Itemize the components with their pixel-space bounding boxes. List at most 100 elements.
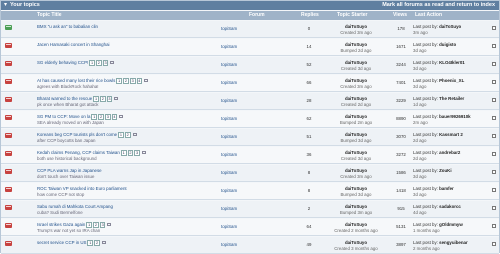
topic-title-link[interactable]: Bharat warned to the rescue: [37, 96, 92, 101]
page-list-icon[interactable]: [110, 61, 115, 65]
page-list-icon[interactable]: [107, 223, 112, 227]
row-select-checkbox[interactable]: [492, 98, 496, 102]
last-poster-name[interactable]: Phoenix_XL: [439, 78, 464, 83]
forum-link[interactable]: topiSam: [221, 26, 237, 32]
page-link[interactable]: 1: [120, 150, 127, 156]
topic-row: AI has caused many lost their rice bowls…: [1, 75, 499, 92]
reply-count: 2: [307, 206, 311, 211]
last-poster-name[interactable]: sengyuibenar: [439, 240, 468, 245]
row-select-checkbox[interactable]: [492, 170, 496, 174]
column-last-action[interactable]: Last Action: [415, 11, 442, 20]
page-link[interactable]: 1: [116, 78, 123, 84]
page-link[interactable]: 2: [124, 132, 131, 138]
row-select-checkbox[interactable]: [492, 80, 496, 84]
last-poster-name[interactable]: bamfer: [439, 186, 454, 191]
page-list-icon[interactable]: [101, 241, 106, 245]
page-link[interactable]: 4: [136, 78, 143, 84]
last-poster-name[interactable]: The Retailer: [439, 96, 464, 101]
topic-title-link[interactable]: ROC Taiwan VP snacked into Euro parliame…: [37, 186, 127, 191]
row-select-checkbox[interactable]: [492, 224, 496, 228]
column-topic-starter[interactable]: Topic Starter: [337, 11, 367, 20]
reply-count: 8: [307, 170, 311, 175]
forum-link[interactable]: topiSam: [221, 152, 237, 158]
row-select-checkbox[interactable]: [492, 188, 496, 192]
forum-link[interactable]: topiSam: [221, 206, 237, 212]
page-link[interactable]: 3: [102, 60, 109, 66]
last-poster-name[interactable]: gOldmmyw: [439, 222, 463, 227]
page-link[interactable]: 1: [118, 132, 124, 138]
forum-link[interactable]: topiSam: [221, 80, 237, 86]
page-link[interactable]: 2: [123, 78, 129, 84]
page-list-icon[interactable]: [132, 133, 137, 137]
last-poster-name[interactable]: ZouKi: [439, 168, 451, 173]
forum-link[interactable]: topiSam: [221, 188, 237, 194]
row-select-checkbox[interactable]: [492, 62, 496, 66]
topic-title-link[interactable]: secret service CCP in US: [37, 240, 86, 245]
topic-status-icon: [5, 79, 12, 84]
page-list-icon[interactable]: [144, 79, 149, 83]
topic-started-time: Created 3m ago: [340, 173, 372, 179]
page-link[interactable]: 3: [134, 150, 140, 156]
topic-title-link[interactable]: AI has caused many lost their rice bowls: [37, 78, 115, 83]
row-select-checkbox[interactable]: [492, 242, 496, 246]
topic-title-link[interactable]: Israel strikes Gaza again: [37, 222, 85, 227]
row-select-checkbox[interactable]: [492, 206, 496, 210]
row-select-checkbox[interactable]: [492, 116, 496, 120]
last-poster-name[interactable]: andrebar2: [439, 150, 460, 155]
view-count: 8890: [396, 116, 406, 121]
forum-link[interactable]: topiSam: [221, 98, 237, 104]
forum-link[interactable]: topiSam: [221, 224, 237, 230]
page-list-icon[interactable]: [119, 115, 124, 119]
last-poster-name[interactable]: duigisto: [439, 42, 456, 47]
topic-status-icon: [5, 187, 12, 192]
last-poster-name[interactable]: KLO4Ikler01: [439, 60, 465, 65]
page-list-icon[interactable]: [141, 151, 146, 155]
view-count: 915: [397, 206, 405, 211]
last-poster-name[interactable]: bauer9926910k: [439, 114, 471, 119]
collapse-toggle-icon[interactable]: ▾: [4, 1, 7, 10]
page-link[interactable]: 1: [87, 240, 94, 246]
forum-link[interactable]: topiSam: [221, 170, 237, 176]
forum-link[interactable]: topiSam: [221, 62, 237, 68]
page-link[interactable]: 3: [129, 78, 136, 84]
view-count: 1671: [396, 44, 406, 49]
last-post-line: Last post by: The Retailer: [413, 96, 465, 101]
column-views[interactable]: Views: [393, 11, 407, 20]
topic-title-link[interactable]: SG PM to CCP: Move on la: [37, 114, 90, 119]
page-link[interactable]: 2: [94, 240, 100, 246]
topic-title-link[interactable]: Jacen Hamasaki concert in Shanghai: [37, 42, 110, 47]
column-topic-title[interactable]: Topic Title: [37, 11, 62, 20]
column-forum[interactable]: Forum: [249, 11, 265, 20]
page-link[interactable]: 1: [89, 60, 95, 66]
page-list-icon[interactable]: [114, 97, 119, 101]
row-select-checkbox[interactable]: [492, 44, 496, 48]
page-link[interactable]: 4: [111, 114, 118, 120]
forum-link[interactable]: topiSam: [221, 44, 237, 50]
mark-all-read-link[interactable]: Mark all forums as read and return to in…: [382, 1, 495, 10]
page-link[interactable]: 2: [99, 96, 106, 102]
page-link[interactable]: 3: [104, 114, 111, 120]
forum-link[interactable]: topiSam: [221, 134, 237, 140]
topic-title-link[interactable]: BMX "u ask an" to babalian clin: [37, 24, 98, 29]
topic-title-link[interactable]: SG elderly behaving CCP!: [37, 60, 88, 65]
last-poster-name[interactable]: daiToSuyo: [439, 24, 461, 29]
forum-link[interactable]: topiSam: [221, 116, 237, 122]
forum-link[interactable]: topiSam: [221, 242, 237, 248]
last-poster-name[interactable]: Kassmart 2: [439, 132, 463, 137]
row-select-checkbox[interactable]: [492, 26, 496, 30]
page-link[interactable]: 3: [106, 96, 113, 102]
topic-title-link[interactable]: Sabu rumah di Mahkota Court Ampang: [37, 204, 113, 209]
last-action-cell: Last post by: sengyuibenar 2 months ago: [413, 240, 498, 251]
topic-title-link[interactable]: Koreans beg CCP tourists pls don't come: [37, 132, 117, 137]
topic-title-link[interactable]: Kedah claims Penang, CCP claims Taiwan: [37, 150, 120, 155]
page-link[interactable]: 3: [99, 222, 106, 228]
page-link[interactable]: 2: [95, 60, 102, 66]
page-link[interactable]: 2: [127, 150, 134, 156]
row-select-checkbox[interactable]: [492, 152, 496, 156]
topic-title-link[interactable]: CCP PLA warns Jap in Japanese: [37, 168, 102, 173]
last-poster-name[interactable]: sadakorcc: [439, 204, 461, 209]
row-select-checkbox[interactable]: [492, 134, 496, 138]
last-post-line: Last post by: daiToSuyo: [413, 24, 462, 29]
last-action-cell: Last post by: andrebar2 2d ago: [413, 150, 498, 161]
column-replies[interactable]: Replies: [301, 11, 319, 20]
